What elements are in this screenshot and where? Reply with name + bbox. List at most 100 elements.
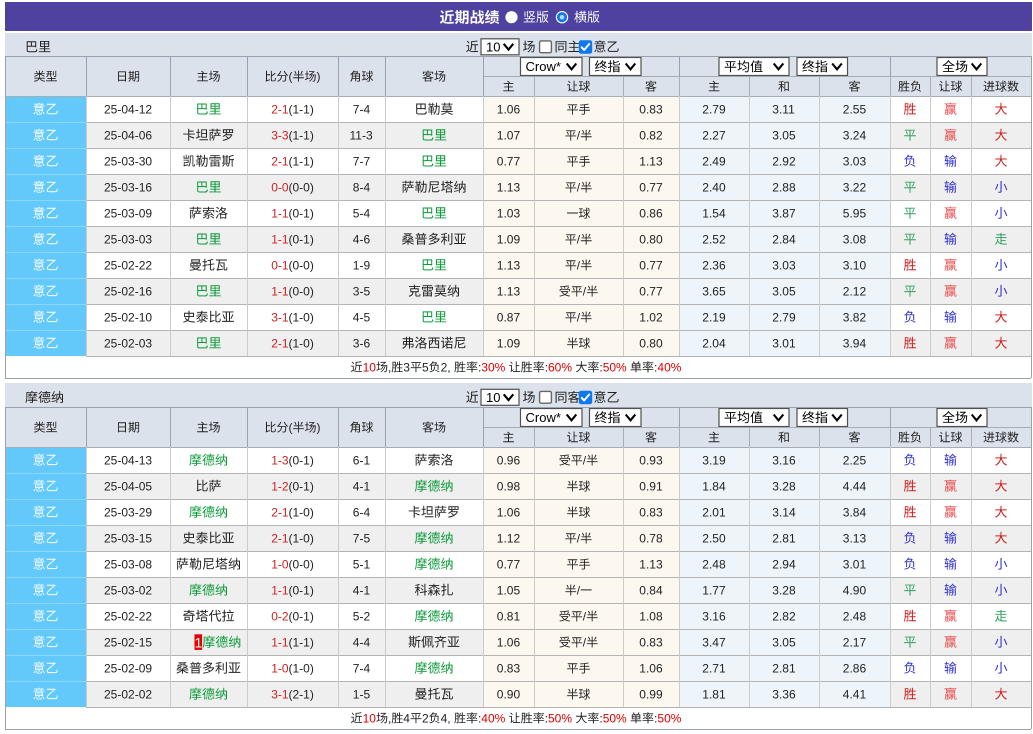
svg-text:1-2: 1-2 bbox=[271, 480, 289, 494]
svg-text:1-1: 1-1 bbox=[271, 285, 289, 299]
svg-text:3.14: 3.14 bbox=[772, 506, 796, 520]
svg-text:2.49: 2.49 bbox=[702, 155, 726, 169]
svg-text:2-1: 2-1 bbox=[271, 337, 289, 351]
svg-text:4.90: 4.90 bbox=[843, 584, 867, 598]
svg-text:3.16: 3.16 bbox=[702, 610, 726, 624]
svg-text:6-1: 6-1 bbox=[353, 454, 371, 468]
svg-text:5-4: 5-4 bbox=[353, 207, 371, 221]
svg-text:3.10: 3.10 bbox=[843, 259, 867, 273]
svg-text:25-02-22: 25-02-22 bbox=[104, 610, 152, 624]
svg-text:4-6: 4-6 bbox=[353, 233, 371, 247]
svg-text:0.83: 0.83 bbox=[639, 636, 663, 650]
svg-text:1.81: 1.81 bbox=[702, 688, 726, 702]
svg-text:0.84: 0.84 bbox=[639, 584, 663, 598]
svg-text:3.03: 3.03 bbox=[772, 259, 796, 273]
svg-text:(2-1): (2-1) bbox=[289, 688, 314, 702]
svg-text:1-1: 1-1 bbox=[271, 636, 289, 650]
svg-text:2.86: 2.86 bbox=[843, 662, 867, 676]
svg-text:3.87: 3.87 bbox=[772, 207, 796, 221]
svg-text:0.77: 0.77 bbox=[497, 155, 521, 169]
svg-text:1-1: 1-1 bbox=[271, 233, 289, 247]
svg-text:25-02-15: 25-02-15 bbox=[104, 636, 152, 650]
svg-text:0.78: 0.78 bbox=[639, 532, 663, 546]
svg-text:0.80: 0.80 bbox=[639, 233, 663, 247]
svg-text:6-4: 6-4 bbox=[353, 506, 371, 520]
svg-text:(: ( bbox=[289, 421, 293, 435]
svg-text:25-03-02: 25-03-02 bbox=[104, 584, 152, 598]
svg-text:0.83: 0.83 bbox=[639, 506, 663, 520]
svg-text:3.84: 3.84 bbox=[843, 506, 867, 520]
svg-text:0.77: 0.77 bbox=[497, 558, 521, 572]
svg-text:2.36: 2.36 bbox=[702, 259, 726, 273]
svg-text:1.13: 1.13 bbox=[497, 259, 521, 273]
svg-text:7-5: 7-5 bbox=[353, 532, 371, 546]
svg-text:5-2: 5-2 bbox=[353, 610, 371, 624]
svg-text:(1-0): (1-0) bbox=[289, 337, 314, 351]
svg-text:2-1: 2-1 bbox=[271, 103, 289, 117]
svg-text:,: , bbox=[388, 360, 391, 374]
svg-text:1.12: 1.12 bbox=[497, 532, 521, 546]
svg-text:(1-0): (1-0) bbox=[289, 662, 314, 676]
svg-text:): ) bbox=[317, 421, 321, 435]
svg-text:25-04-06: 25-04-06 bbox=[104, 129, 152, 143]
svg-text:3.28: 3.28 bbox=[772, 584, 796, 598]
svg-text:3.28: 3.28 bbox=[772, 480, 796, 494]
svg-text:Crow*: Crow* bbox=[526, 59, 561, 74]
svg-text:50%: 50% bbox=[603, 711, 627, 725]
svg-text:25-02-02: 25-02-02 bbox=[104, 688, 152, 702]
svg-text:1.13: 1.13 bbox=[639, 558, 663, 572]
svg-text:3.94: 3.94 bbox=[843, 337, 867, 351]
svg-text:25-02-10: 25-02-10 bbox=[104, 311, 152, 325]
svg-text:2.25: 2.25 bbox=[843, 454, 867, 468]
svg-text:(1-1): (1-1) bbox=[289, 155, 314, 169]
svg-text:1.03: 1.03 bbox=[497, 207, 521, 221]
svg-text:1-3: 1-3 bbox=[271, 454, 289, 468]
svg-text:3.05: 3.05 bbox=[772, 129, 796, 143]
svg-text:4-5: 4-5 bbox=[353, 311, 371, 325]
svg-text:1-0: 1-0 bbox=[271, 558, 289, 572]
svg-text:1.54: 1.54 bbox=[702, 207, 726, 221]
svg-text:0-1: 0-1 bbox=[271, 259, 289, 273]
svg-text:25-03-16: 25-03-16 bbox=[104, 181, 152, 195]
svg-text:10: 10 bbox=[363, 360, 377, 374]
svg-text:1-1: 1-1 bbox=[271, 584, 289, 598]
svg-text:(0-1): (0-1) bbox=[289, 584, 314, 598]
svg-text:2.48: 2.48 bbox=[843, 610, 867, 624]
svg-text:25-03-29: 25-03-29 bbox=[104, 506, 152, 520]
svg-text:2.82: 2.82 bbox=[772, 610, 796, 624]
svg-text:1.09: 1.09 bbox=[497, 233, 521, 247]
svg-text:2.12: 2.12 bbox=[843, 285, 867, 299]
svg-text:0.93: 0.93 bbox=[639, 454, 663, 468]
svg-text:3.08: 3.08 bbox=[843, 233, 867, 247]
svg-text:4,: 4, bbox=[441, 711, 451, 725]
svg-text:2.71: 2.71 bbox=[702, 662, 726, 676]
svg-text:2.17: 2.17 bbox=[843, 636, 867, 650]
svg-text:0.83: 0.83 bbox=[639, 103, 663, 117]
svg-text:,: , bbox=[388, 711, 391, 725]
svg-text:3.05: 3.05 bbox=[772, 636, 796, 650]
svg-text:3.65: 3.65 bbox=[702, 285, 726, 299]
svg-text:0-2: 0-2 bbox=[271, 610, 289, 624]
svg-text:0.86: 0.86 bbox=[639, 207, 663, 221]
svg-text:1: 1 bbox=[195, 634, 203, 650]
svg-text:(0-0): (0-0) bbox=[289, 558, 314, 572]
svg-text:0.99: 0.99 bbox=[639, 688, 663, 702]
svg-text:3.19: 3.19 bbox=[702, 454, 726, 468]
svg-text:11-3: 11-3 bbox=[350, 129, 373, 143]
svg-text:(1-1): (1-1) bbox=[289, 103, 314, 117]
svg-text:3.03: 3.03 bbox=[843, 155, 867, 169]
svg-text:50%: 50% bbox=[603, 360, 627, 374]
svg-text:8-4: 8-4 bbox=[353, 181, 371, 195]
svg-text:(1-0): (1-0) bbox=[289, 506, 314, 520]
svg-text:60%: 60% bbox=[548, 360, 572, 374]
svg-text:10: 10 bbox=[486, 390, 500, 405]
svg-text:2.27: 2.27 bbox=[702, 129, 726, 143]
svg-text:2.50: 2.50 bbox=[702, 532, 726, 546]
svg-text:1.13: 1.13 bbox=[639, 155, 663, 169]
svg-text:1.84: 1.84 bbox=[702, 480, 726, 494]
svg-text:7-7: 7-7 bbox=[353, 155, 371, 169]
svg-text:0.77: 0.77 bbox=[639, 259, 663, 273]
svg-text:1.06: 1.06 bbox=[497, 103, 521, 117]
svg-text:1.07: 1.07 bbox=[497, 129, 521, 143]
svg-text:2,: 2, bbox=[441, 360, 451, 374]
